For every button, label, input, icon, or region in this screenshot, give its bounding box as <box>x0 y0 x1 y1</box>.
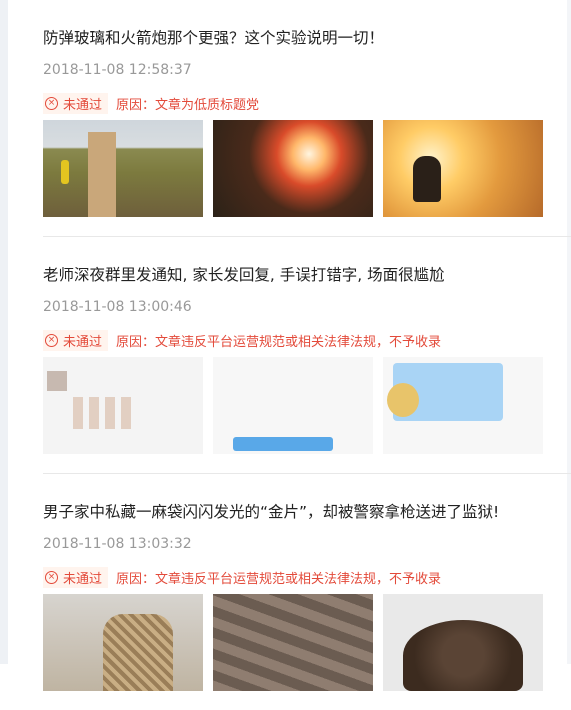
article-card[interactable]: 防弹玻璃和火箭炮那个更强？这个实验说明一切！ 2018-11-08 12:58:… <box>43 0 571 236</box>
article-timestamp: 2018-11-08 12:58:37 <box>43 62 192 78</box>
thumbnail-strip <box>43 357 543 454</box>
thumbnail-image[interactable] <box>43 120 203 217</box>
thumbnail-image[interactable] <box>383 120 543 217</box>
article-card[interactable]: 男子家中私藏一麻袋闪闪发光的“金片”，却被警察拿枪送进了监狱! 2018-11-… <box>43 473 571 710</box>
thumbnail-image[interactable] <box>213 594 373 691</box>
thumbnail-strip <box>43 120 543 217</box>
article-title[interactable]: 防弹玻璃和火箭炮那个更强？这个实验说明一切！ <box>43 26 384 48</box>
thumbnail-image[interactable] <box>43 357 203 454</box>
thumbnail-image[interactable] <box>213 357 373 454</box>
article-title[interactable]: 老师深夜群里发通知, 家长发回复, 手误打错字, 场面很尴尬 <box>43 263 445 285</box>
reject-circle-icon: × <box>45 96 58 110</box>
status-badge: × 未通过 <box>43 566 109 588</box>
thumbnail-image[interactable] <box>43 594 203 691</box>
thumbnail-image[interactable] <box>383 357 543 454</box>
thumbnail-strip <box>43 594 543 691</box>
review-status-row: × 未通过 原因：文章违反平台运营规范或相关法律法规，不予收录 <box>43 329 441 351</box>
article-card[interactable]: 老师深夜群里发通知, 家长发回复, 手误打错字, 场面很尴尬 2018-11-0… <box>43 236 571 473</box>
reject-reason: 原因：文章违反平台运营规范或相关法律法规，不予收录 <box>116 571 442 587</box>
thumbnail-image[interactable] <box>213 120 373 217</box>
status-label: 未通过 <box>63 334 103 350</box>
article-list: 防弹玻璃和火箭炮那个更强？这个实验说明一切！ 2018-11-08 12:58:… <box>43 0 571 710</box>
reject-circle-icon: × <box>45 570 58 584</box>
article-timestamp: 2018-11-08 13:03:32 <box>43 536 192 552</box>
reject-reason: 原因：文章违反平台运营规范或相关法律法规，不予收录 <box>116 334 442 350</box>
status-label: 未通过 <box>63 97 103 113</box>
status-badge: × 未通过 <box>43 329 109 351</box>
reject-reason: 原因：文章为低质标题党 <box>116 97 260 113</box>
reject-circle-icon: × <box>45 333 58 347</box>
thumbnail-image[interactable] <box>383 594 543 691</box>
review-status-row: × 未通过 原因：文章违反平台运营规范或相关法律法规，不予收录 <box>43 566 441 588</box>
status-badge: × 未通过 <box>43 92 109 114</box>
left-sidebar-edge <box>0 0 8 664</box>
article-title[interactable]: 男子家中私藏一麻袋闪闪发光的“金片”，却被警察拿枪送进了监狱! <box>43 500 499 522</box>
review-status-row: × 未通过 原因：文章为低质标题党 <box>43 92 259 114</box>
article-timestamp: 2018-11-08 13:00:46 <box>43 299 192 315</box>
status-label: 未通过 <box>63 571 103 587</box>
